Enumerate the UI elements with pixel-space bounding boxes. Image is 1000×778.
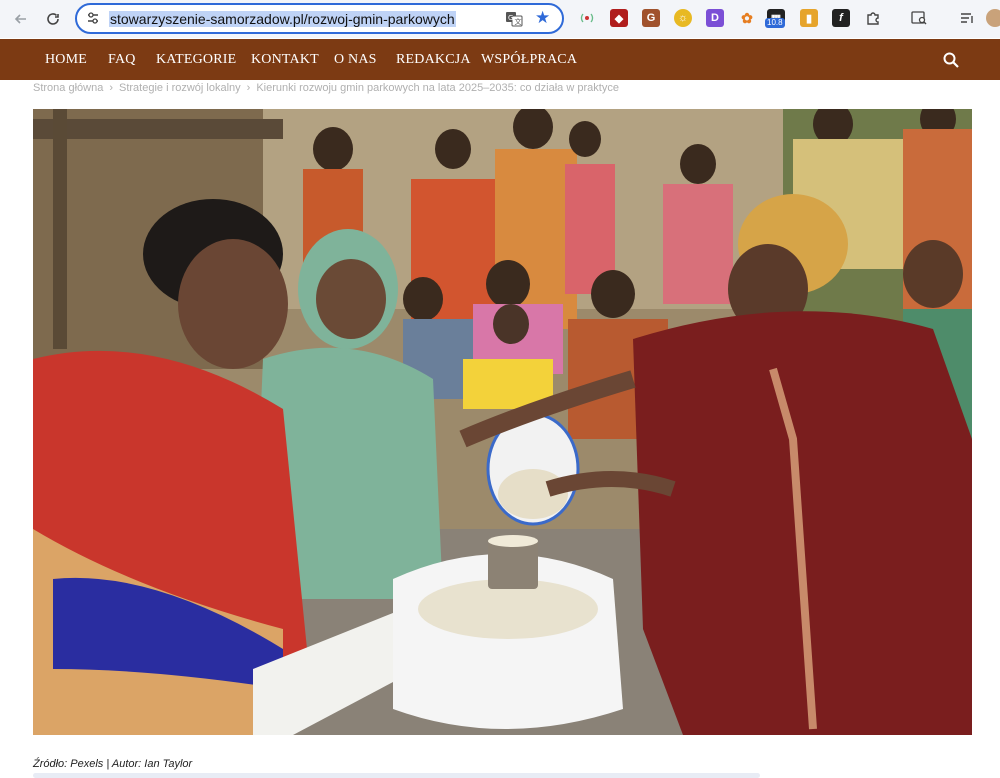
reload-icon[interactable] [42, 8, 64, 30]
extension-shield-icon[interactable]: ◆ [610, 9, 628, 27]
extension-flower-icon[interactable]: ✿ [738, 9, 756, 27]
url-text[interactable]: stowarzyszenie-samorzadow.pl/rozwoj-gmin… [109, 11, 456, 27]
breadcrumb-home[interactable]: Strona główna [33, 82, 103, 94]
article-hero-image [33, 109, 972, 735]
search-icon[interactable] [942, 51, 960, 69]
site-settings-icon[interactable] [85, 10, 101, 26]
nav-redakcja[interactable]: REDAKCJA [396, 52, 471, 68]
address-bar[interactable]: stowarzyszenie-samorzadow.pl/rozwoj-gmin… [75, 3, 564, 34]
breadcrumb-category[interactable]: Strategie i rozwój lokalny [119, 82, 241, 94]
svg-text:文: 文 [515, 17, 522, 26]
extension-g-icon[interactable]: G [642, 9, 660, 27]
breadcrumb-current: Kierunki rozwoju gmin parkowych na lata … [256, 82, 619, 94]
extensions-puzzle-icon[interactable] [864, 9, 882, 27]
nav-o-nas[interactable]: O NAS [334, 52, 377, 68]
extension-chart-icon[interactable]: ▮ [800, 9, 818, 27]
extension-font-icon[interactable]: f [832, 9, 850, 27]
reading-list-icon[interactable] [958, 9, 976, 27]
site-navigation: HOME FAQ KATEGORIE KONTAKT O NAS REDAKCJ… [0, 39, 1000, 80]
breadcrumb: Strona główna › Strategie i rozwój lokalny… [33, 82, 619, 94]
extension-badge: 10.8 [765, 18, 785, 28]
translate-icon[interactable]: G文 [505, 10, 523, 28]
svg-text:G: G [508, 14, 513, 22]
browser-toolbar: stowarzyszenie-samorzadow.pl/rozwoj-gmin… [0, 0, 1000, 38]
breadcrumb-separator: › [109, 82, 113, 94]
extension-radio-icon[interactable] [578, 9, 596, 27]
nav-home[interactable]: HOME [45, 52, 87, 68]
profile-avatar[interactable] [986, 9, 1000, 27]
image-caption: Źródło: Pexels | Autor: Ian Taylor [33, 758, 193, 770]
back-arrow-icon[interactable] [10, 8, 32, 30]
breadcrumb-separator: › [246, 82, 251, 94]
horizontal-scrollbar[interactable] [33, 773, 760, 778]
nav-kontakt[interactable]: KONTAKT [251, 52, 319, 68]
nav-kategorie[interactable]: KATEGORIE [156, 52, 236, 68]
nav-faq[interactable]: FAQ [108, 52, 136, 68]
tab-search-icon[interactable] [910, 9, 928, 27]
extension-d-icon[interactable]: D [706, 9, 724, 27]
extension-sun-icon[interactable]: ☼ [674, 9, 692, 27]
nav-wspolpraca[interactable]: WSPÓŁPRACA [481, 52, 577, 68]
bookmark-star-icon[interactable]: ★ [535, 9, 553, 27]
